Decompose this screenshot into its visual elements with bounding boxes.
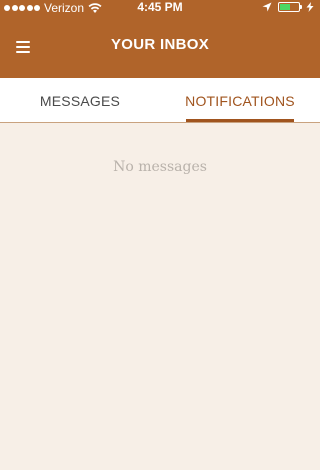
battery-icon [278,2,302,12]
empty-state-message: No messages [113,159,207,175]
inbox-content: No messages [0,123,320,470]
location-arrow-icon [262,2,272,12]
inbox-tabs: MESSAGES NOTIFICATIONS [0,78,320,123]
tab-notifications[interactable]: NOTIFICATIONS [180,78,300,123]
battery-level [280,4,290,10]
navigation-bar: YOUR INBOX [0,16,320,78]
status-right [262,2,314,12]
status-bar: Verizon 4:45 PM [0,0,320,16]
tab-messages[interactable]: MESSAGES [0,78,160,123]
page-title: YOUR INBOX [110,36,209,53]
active-tab-indicator [186,119,294,122]
charging-bolt-icon [306,2,314,12]
